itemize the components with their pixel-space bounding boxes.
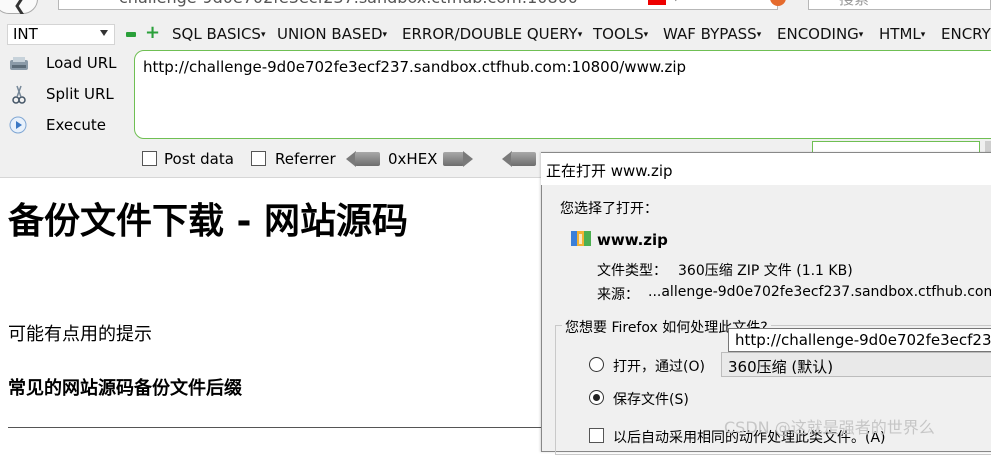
dialog-title: 正在打开 www.zip [546, 162, 673, 180]
watermark: CSDN @这就是强者的世界么 [724, 418, 935, 437]
hint-text: 可能有点用的提示 [8, 324, 152, 345]
play-icon [9, 116, 27, 134]
hex-encode-right-button[interactable] [443, 151, 473, 167]
execute-button[interactable]: Execute [8, 116, 128, 138]
file-type-value: 360压缩 ZIP 文件 (1.1 KB) [678, 263, 853, 279]
auto-handle-checkbox[interactable] [589, 428, 604, 443]
chosen-label: 您选择了打开： [560, 201, 658, 217]
open-with-radio[interactable] [589, 357, 604, 372]
menu-label: SQL BASICS [172, 25, 261, 43]
zip-file-icon [571, 231, 591, 246]
save-file-radio[interactable] [589, 390, 604, 405]
menu-html[interactable]: HTML▾ [879, 25, 925, 43]
menu-label: HTML [879, 25, 921, 43]
menu-waf-bypass[interactable]: WAF BYPASS▾ [663, 25, 761, 43]
menu-label: WAF BYPASS [663, 25, 757, 43]
next-encode-left-button[interactable] [502, 151, 536, 167]
menu-tools[interactable]: TOOLS▾ [593, 25, 648, 43]
menu-label: ENCRY [941, 25, 991, 43]
menu-encoding[interactable]: ENCODING▾ [777, 25, 863, 43]
file-name: www.zip [597, 231, 668, 249]
url-textarea[interactable]: http://challenge-9d0e702fe3ecf237.sandbo… [134, 50, 991, 139]
hex-decode-left-button[interactable] [346, 151, 380, 167]
section-heading: 常见的网站源码备份文件后缀 [8, 378, 242, 399]
menu-sql-basics[interactable]: SQL BASICS▾ [172, 25, 265, 43]
load-url-icon [10, 57, 28, 70]
divider [8, 427, 548, 428]
source-value: ...allenge-9d0e702fe3ecf237.sandbox.ctfh… [648, 284, 991, 300]
url-tooltip: http://challenge-9d0e702fe3ecf237 [728, 328, 991, 352]
menu-union-based[interactable]: UNION BASED▾ [277, 25, 387, 43]
menu-label: ERROR/DOUBLE QUERY [402, 25, 578, 43]
split-url-label: Split URL [46, 85, 114, 103]
split-url-button[interactable]: Split URL [8, 85, 128, 107]
load-url-label: Load URL [46, 54, 117, 72]
back-arrow-icon: ❮ [13, 0, 27, 14]
post-data-checkbox[interactable] [142, 151, 157, 166]
addon-icon[interactable] [648, 0, 666, 5]
menu-encryption[interactable]: ENCRY [941, 25, 991, 43]
save-file-label: 保存文件(S) [613, 392, 689, 408]
menu-label: ENCODING [777, 25, 859, 43]
type-select[interactable]: INT [7, 24, 115, 45]
chevron-down-icon [100, 30, 108, 36]
menu-label: UNION BASED [277, 25, 383, 43]
referrer-checkbox[interactable] [251, 151, 266, 166]
open-with-select[interactable]: 360压缩 (默认) [721, 352, 991, 377]
page-title: 备份文件下载 - 网站源码 [8, 201, 409, 242]
hex-label: 0xHEX [388, 150, 438, 168]
referrer-label: Referrer [275, 150, 336, 168]
scissors-icon [12, 85, 26, 104]
plus-icon[interactable]: + [145, 24, 160, 42]
menu-error-double-query[interactable]: ERROR/DOUBLE QUERY▾ [402, 25, 582, 43]
file-type-label: 文件类型： [597, 263, 667, 279]
minus-icon[interactable] [126, 32, 136, 37]
menu-label: TOOLS [593, 25, 644, 43]
execute-label: Execute [46, 116, 106, 134]
load-url-button[interactable]: Load URL [8, 54, 128, 76]
post-data-label: Post data [164, 150, 234, 168]
address-bar[interactable]: challenge-9d0e702fe3ecf237.sandbox.ctfhu… [58, 0, 778, 10]
search-input[interactable]: 搜索 [808, 0, 991, 10]
open-with-app: 360压缩 (默认) [728, 358, 834, 376]
type-select-value: INT [13, 25, 38, 43]
open-with-label: 打开，通过(O) [613, 359, 705, 375]
source-label: 来源： [597, 287, 639, 303]
chevron-down-icon[interactable]: ▼ [672, 0, 680, 3]
